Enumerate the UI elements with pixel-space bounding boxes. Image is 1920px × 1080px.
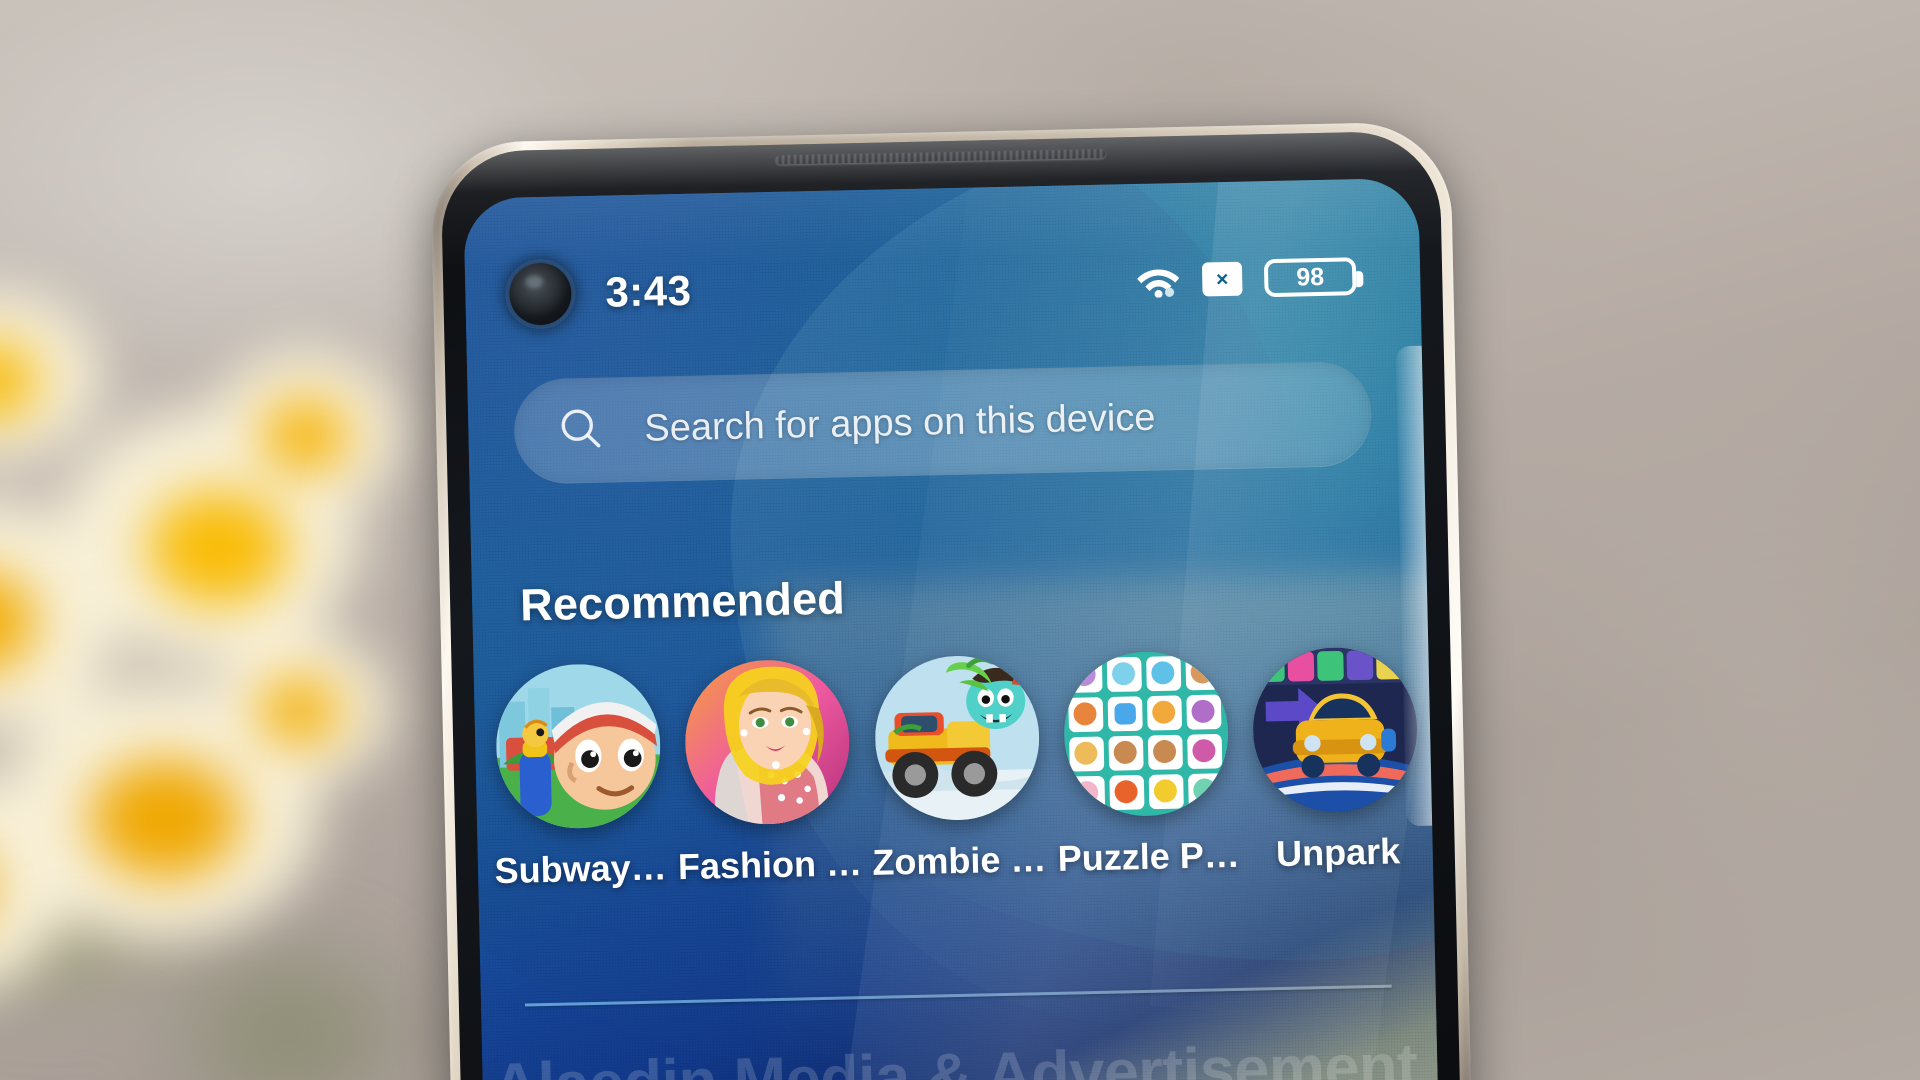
search-bar[interactable]: Search for apps on this device [513, 360, 1373, 484]
app-label: Unpark [1275, 830, 1401, 875]
section-divider [524, 984, 1392, 1007]
phone-screen: 3:43 × 98 Search for apps on this device… [463, 177, 1439, 1080]
phone-device: 3:43 × 98 Search for apps on this device… [430, 121, 1472, 1080]
status-clock: 3:43 [604, 266, 692, 316]
search-icon [558, 405, 603, 455]
app-label: Puzzle P… [1057, 833, 1241, 879]
battery-icon: 98 [1263, 257, 1357, 298]
fashion-game-icon [683, 658, 852, 826]
subway-surfers-icon [494, 662, 662, 831]
zombie-car-game-icon [872, 654, 1041, 822]
unpark-car-game-icon [1251, 645, 1420, 814]
recommended-title: Recommended [519, 572, 846, 631]
app-label: Zombie … [871, 838, 1047, 883]
wifi-icon [1136, 263, 1181, 299]
status-bar: 3:43 × 98 [465, 238, 1421, 333]
app-label: Subway… [494, 846, 668, 892]
screenshot-scene: 3:43 × 98 Search for apps on this device… [0, 0, 1920, 1080]
app-item-subway[interactable]: Subway… [482, 662, 676, 892]
app-label: Fashion … [677, 842, 863, 888]
background-daisies [0, 250, 500, 1080]
app-item-fashion[interactable]: Fashion … [671, 658, 865, 888]
front-camera-punch-hole-icon [508, 262, 573, 326]
no-sim-glyph: × [1215, 267, 1229, 291]
puzzle-pets-icon [1062, 650, 1230, 818]
watermark-text: Alaedin Media & Advertisement [491, 1031, 1419, 1080]
battery-level-text: 98 [1295, 262, 1325, 291]
status-bar-right: × 98 [1136, 257, 1357, 300]
search-input[interactable]: Search for apps on this device [644, 396, 1156, 450]
status-bar-left: 3:43 [508, 260, 692, 326]
app-item-zombie[interactable]: Zombie … [860, 654, 1054, 884]
recommended-app-row: Subway… Fashion … Zombie … Puzzle P… Unp… [482, 645, 1434, 893]
app-item-unpark[interactable]: Unpark [1239, 645, 1433, 876]
no-sim-icon: × [1201, 261, 1243, 297]
app-item-puzzle[interactable]: Puzzle P… [1050, 650, 1244, 880]
